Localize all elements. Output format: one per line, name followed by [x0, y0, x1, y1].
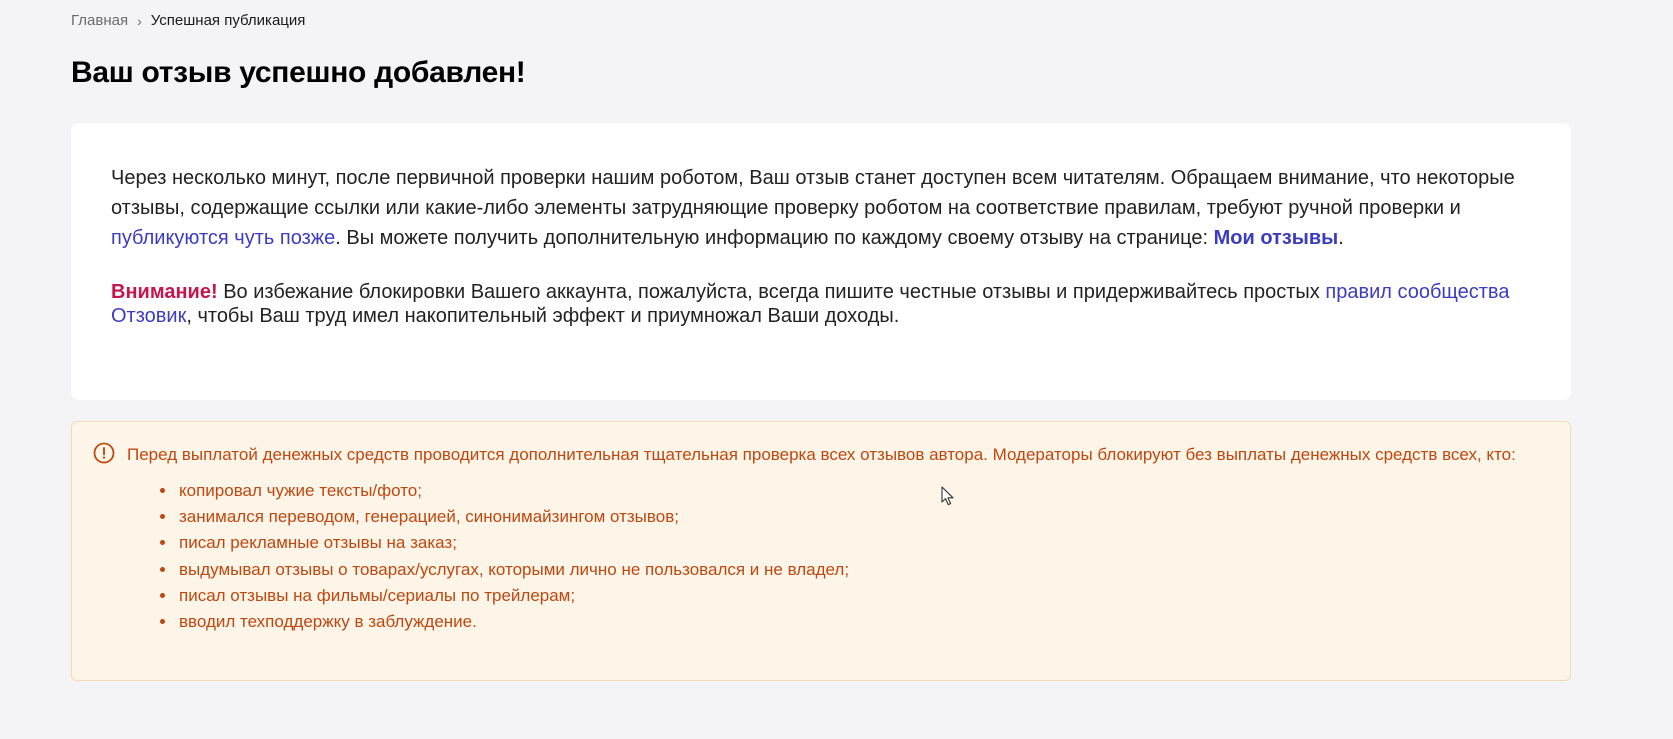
mouse-cursor-icon: [941, 486, 954, 506]
page-title: Ваш отзыв успешно добавлен!: [71, 56, 526, 89]
exclamation-circle-icon: [93, 442, 115, 464]
attention-text: Внимание! Во избежание блокировки Вашего…: [111, 280, 1531, 328]
list-item: вводил техподдержку в заблуждение.: [177, 609, 1530, 635]
breadcrumb-home-link[interactable]: Главная: [71, 12, 128, 29]
breadcrumb-separator: ›: [137, 12, 142, 29]
list-item: занимался переводом, генерацией, синоним…: [177, 504, 1530, 530]
list-item: выдумывал отзывы о товарах/услугах, кото…: [177, 557, 1530, 583]
list-item: писал отзывы на фильмы/сериалы по трейле…: [177, 583, 1530, 609]
breadcrumb: Главная › Успешная публикация: [71, 12, 305, 29]
attention-label: Внимание!: [111, 281, 218, 303]
breadcrumb-current: Успешная публикация: [150, 12, 306, 29]
violations-list: копировал чужие тексты/фото; занимался п…: [126, 478, 1530, 635]
attention-text-part: Во избежание блокировки Вашего аккаунта,…: [217, 281, 1326, 303]
attention-text-part: , чтобы Ваш труд имел накопительный эффе…: [186, 305, 900, 327]
info-text-part: .: [1338, 227, 1344, 249]
info-text-part: Через несколько минут, после первичной п…: [111, 167, 1515, 219]
list-item: копировал чужие тексты/фото;: [177, 478, 1530, 504]
list-item: писал рекламные отзывы на заказ;: [177, 530, 1530, 556]
warning-text: Перед выплатой денежных средств проводит…: [127, 445, 1516, 464]
warning-box: Перед выплатой денежных средств проводит…: [71, 421, 1571, 681]
published-later-link[interactable]: публикуются чуть позже: [111, 227, 335, 249]
publication-info-text: Через несколько минут, после первичной п…: [111, 163, 1531, 253]
info-card: Через несколько минут, после первичной п…: [71, 123, 1571, 400]
my-reviews-link[interactable]: Мои отзывы: [1214, 227, 1339, 249]
info-text-part: . Вы можете получить дополнительную инфо…: [335, 227, 1214, 249]
